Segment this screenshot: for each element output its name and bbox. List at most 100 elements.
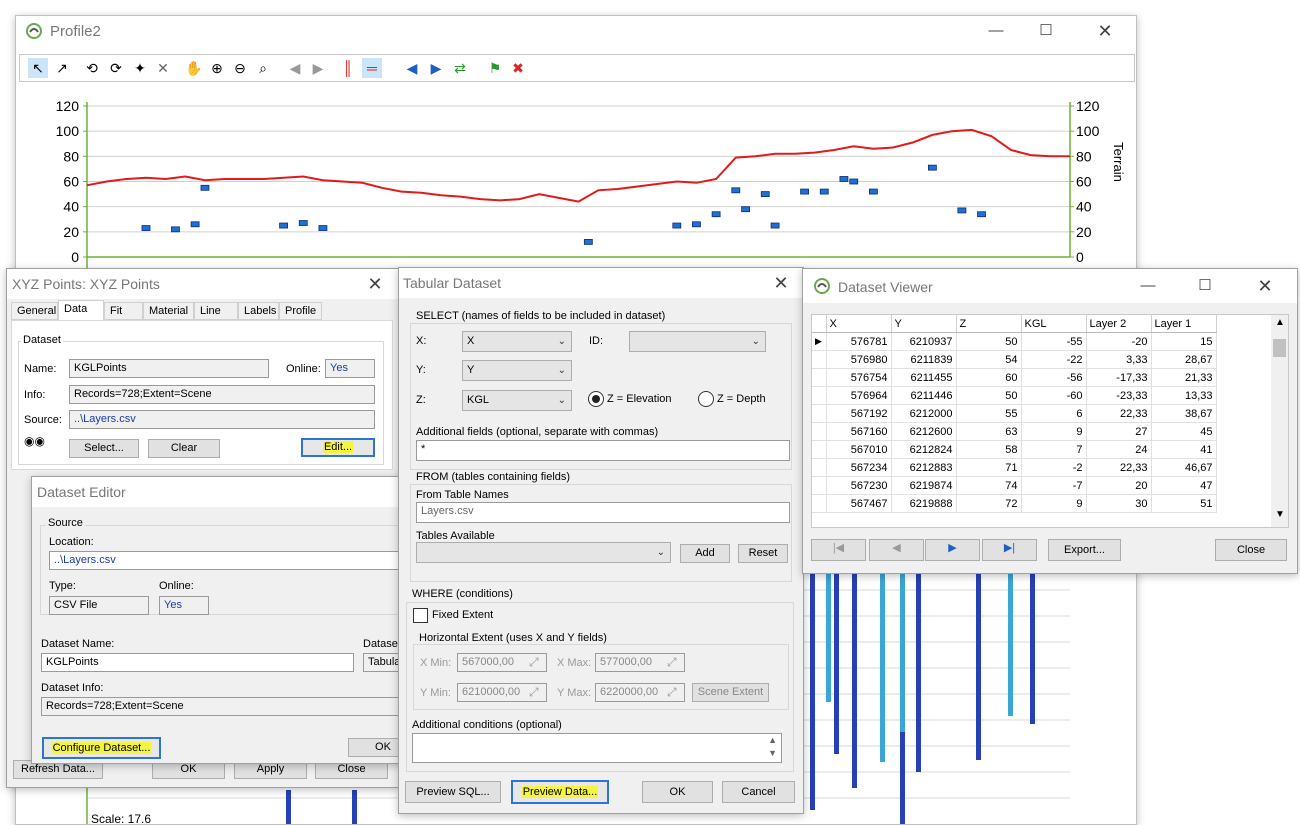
table-row[interactable]: ▶ 576781 6210937 50 -55 -20 15 [812, 332, 1217, 351]
table-cell[interactable]: -56 [1021, 368, 1087, 387]
table-cell[interactable]: -60 [1021, 386, 1087, 405]
table-cell[interactable]: 3,33 [1086, 350, 1152, 369]
from-names-input[interactable]: Layers.csv [416, 502, 790, 523]
maximize-icon[interactable]: ☐ [1193, 275, 1217, 297]
table-cell[interactable]: 15 [1151, 332, 1217, 351]
x-combo[interactable]: X ⌄ [462, 331, 572, 352]
table-cell[interactable]: 55 [956, 404, 1022, 423]
table-cell[interactable]: 72 [956, 494, 1022, 513]
tab-labels[interactable]: Labels [238, 302, 279, 320]
preview-data-button[interactable]: Preview Data... [511, 780, 609, 804]
table-row[interactable]: 567234 6212883 71 -2 22,33 46,67 [812, 458, 1217, 477]
table-cell[interactable]: 7 [1021, 440, 1087, 459]
table-cell[interactable]: 567192 [826, 404, 892, 423]
table-cell[interactable]: 63 [956, 422, 1022, 441]
z-depth-radio[interactable] [698, 391, 714, 407]
table-cell[interactable]: 58 [956, 440, 1022, 459]
table-cell[interactable]: 45 [1151, 422, 1217, 441]
table-cell[interactable]: -23,33 [1086, 386, 1152, 405]
column-header[interactable]: X [826, 315, 892, 333]
table-cell[interactable]: 576754 [826, 368, 892, 387]
refresh-green-icon[interactable]: ⇄ [450, 58, 470, 78]
table-cell[interactable]: 38,67 [1151, 404, 1217, 423]
table-cell[interactable]: 576964 [826, 386, 892, 405]
prev-record-button[interactable]: ◀ [869, 539, 924, 561]
table-cell[interactable]: -7 [1021, 476, 1087, 495]
tab-material[interactable]: Material [143, 302, 194, 320]
table-cell[interactable]: 567467 [826, 494, 892, 513]
table-cell[interactable]: -2 [1021, 458, 1087, 477]
configure-dataset-button[interactable]: Configure Dataset... [42, 737, 161, 759]
delete-icon[interactable]: ✕ [153, 58, 173, 78]
minimize-icon[interactable]: — [984, 20, 1008, 42]
table-cell[interactable]: -17,33 [1086, 368, 1152, 387]
location-field[interactable]: ..\Layers.csv [49, 551, 419, 570]
table-cell[interactable]: 22,33 [1086, 458, 1152, 477]
table-cell[interactable]: 6211446 [891, 386, 957, 405]
table-cell[interactable]: 6219888 [891, 494, 957, 513]
pan-hand-icon[interactable]: ✋ [184, 58, 204, 78]
column-header[interactable]: Y [891, 315, 957, 333]
export-button[interactable]: Export... [1048, 539, 1121, 561]
add-button[interactable]: Add [680, 544, 730, 563]
forward-icon[interactable]: ▶ [308, 58, 328, 78]
scroll-down-icon[interactable]: ▼ [1275, 509, 1285, 520]
table-row[interactable]: 567230 6219874 74 -7 20 47 [812, 476, 1217, 495]
table-cell[interactable]: 567230 [826, 476, 892, 495]
table-cell[interactable]: 22,33 [1086, 404, 1152, 423]
table-cell[interactable]: 567234 [826, 458, 892, 477]
table-cell[interactable]: 27 [1086, 422, 1152, 441]
table-cell[interactable]: 9 [1021, 494, 1087, 513]
z-combo[interactable]: KGL ⌄ [462, 390, 572, 411]
close-button[interactable]: Close [1215, 539, 1287, 561]
reset-button[interactable]: Reset [738, 544, 788, 563]
table-cell[interactable]: 46,67 [1151, 458, 1217, 477]
table-cell[interactable]: 21,33 [1151, 368, 1217, 387]
table-row[interactable]: 567467 6219888 72 9 30 51 [812, 494, 1217, 513]
scroll-up-icon[interactable]: ▲ [1275, 317, 1285, 328]
tab-data[interactable]: Data [58, 300, 104, 322]
last-record-button[interactable]: ▶| [982, 539, 1037, 561]
table-row[interactable]: 576964 6211446 50 -60 -23,33 13,33 [812, 386, 1217, 405]
zoom-extent-icon[interactable]: ⌕ [253, 58, 273, 78]
table-cell[interactable]: -22 [1021, 350, 1087, 369]
select-multi-icon[interactable]: ↗ [52, 58, 72, 78]
table-cell[interactable]: 576781 [826, 332, 892, 351]
table-cell[interactable]: 50 [956, 386, 1022, 405]
tab-line[interactable]: Line [194, 302, 238, 320]
zoom-in-icon[interactable]: ⊕ [207, 58, 227, 78]
table-cell[interactable]: 54 [956, 350, 1022, 369]
first-record-button[interactable]: |◀ [811, 539, 866, 561]
scroll-arrows-icon[interactable]: ▲ ▼ [768, 734, 777, 760]
rotate-right-icon[interactable]: ⟳ [106, 58, 126, 78]
table-cell[interactable]: 567010 [826, 440, 892, 459]
column-header[interactable]: Layer 1 [1151, 315, 1217, 333]
table-cell[interactable]: 13,33 [1151, 386, 1217, 405]
name-field[interactable]: KGLPoints [69, 359, 269, 378]
table-cell[interactable]: 50 [956, 332, 1022, 351]
dataset-name-field[interactable]: KGLPoints [41, 653, 354, 672]
table-cell[interactable]: 6219874 [891, 476, 957, 495]
additional-fields-input[interactable]: * [416, 440, 790, 461]
z-elevation-radio[interactable] [588, 391, 604, 407]
maximize-icon[interactable]: ☐ [1034, 20, 1058, 42]
table-cell[interactable]: 6212883 [891, 458, 957, 477]
scroll-thumb[interactable] [1273, 339, 1286, 357]
table-cell[interactable]: 567160 [826, 422, 892, 441]
vertical-scrollbar[interactable]: ▲ ▼ [1271, 315, 1288, 527]
back-icon[interactable]: ◀ [285, 58, 305, 78]
y-combo[interactable]: Y ⌄ [462, 360, 572, 381]
prev-blue-icon[interactable]: ◀ [402, 58, 422, 78]
vertical-bars-icon[interactable]: ║ [338, 58, 358, 78]
pick-icon[interactable]: ✦ [130, 58, 150, 78]
horizontal-bars-icon[interactable]: ═ [362, 58, 382, 78]
close-icon[interactable]: ✕ [363, 273, 387, 295]
table-cell[interactable]: 51 [1151, 494, 1217, 513]
preview-sql-button[interactable]: Preview SQL... [405, 781, 501, 803]
column-header[interactable]: Layer 2 [1086, 315, 1152, 333]
add-layer-icon[interactable]: ⚑ [485, 58, 505, 78]
remove-layer-icon[interactable]: ✖ [508, 58, 528, 78]
table-cell[interactable]: 9 [1021, 422, 1087, 441]
zoom-out-icon[interactable]: ⊖ [230, 58, 250, 78]
table-cell[interactable]: 6210937 [891, 332, 957, 351]
